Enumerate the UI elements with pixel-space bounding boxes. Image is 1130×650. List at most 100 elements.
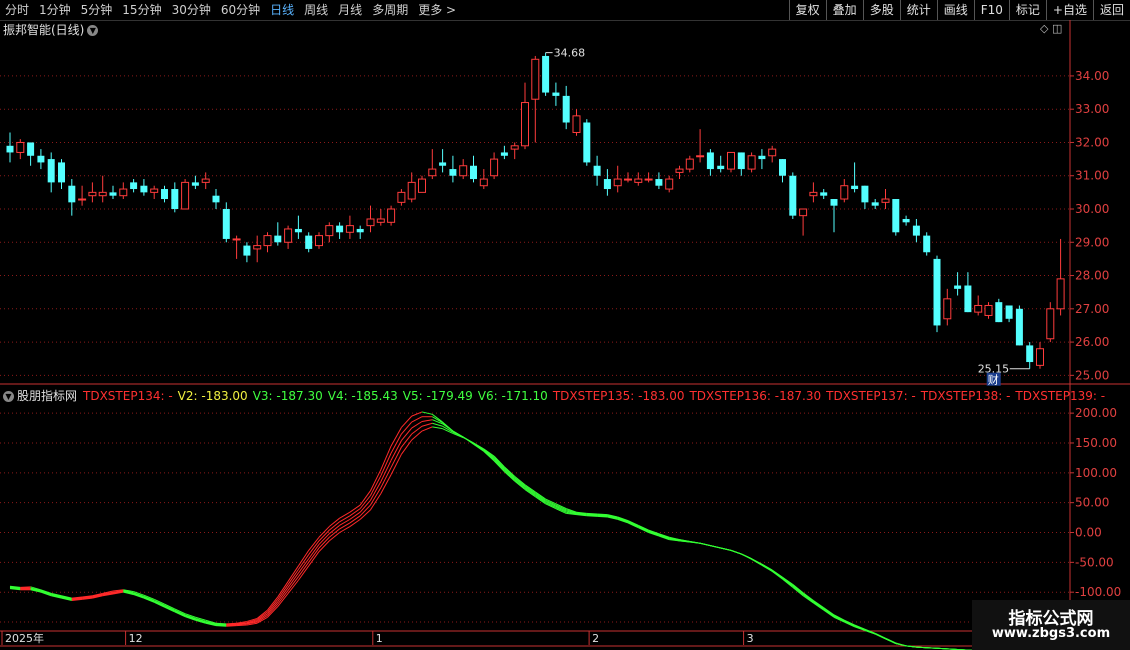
indicator-line-segment — [112, 590, 124, 594]
candle-body — [747, 155, 756, 170]
draw-line-button[interactable]: 画线 — [936, 0, 974, 20]
main-chart-title[interactable]: 振邦智能(日线) ▼ — [3, 21, 99, 38]
legend-item: TDXSTEP135: -183.00 — [552, 389, 685, 403]
indicator-line-segment — [431, 413, 443, 423]
indicator-line-segment — [143, 594, 155, 600]
candle-body — [624, 178, 632, 181]
mark-button[interactable]: 标记 — [1008, 0, 1046, 20]
indicator-line-segment — [174, 609, 186, 616]
indicator-line-segment — [51, 595, 62, 599]
tab-fenshi[interactable]: 分时 — [0, 0, 34, 20]
candle-body — [1015, 308, 1023, 346]
indicator-line-segment — [936, 647, 948, 650]
indicator-line-segment — [328, 524, 340, 535]
indicator-line-segment — [885, 637, 897, 644]
indicator-line-segment — [339, 515, 351, 523]
indicator-line-segment — [421, 422, 433, 427]
indicator-line-segment — [741, 553, 752, 560]
tab-60min[interactable]: 60分钟 — [216, 0, 265, 20]
tab-15min[interactable]: 15分钟 — [117, 0, 166, 20]
indicator-name[interactable]: 股朋指标网 — [17, 389, 77, 403]
indicator-line-segment — [133, 592, 145, 598]
indicator-line-segment — [545, 499, 557, 506]
indicator-line-segment — [761, 564, 773, 572]
indicator-line-segment — [720, 547, 732, 551]
indicator-line-segment — [730, 549, 742, 555]
indicator-line-segment — [401, 421, 413, 435]
candle-body — [37, 155, 45, 163]
indicator-line-segment — [308, 536, 320, 551]
indicator-line-segment — [442, 421, 454, 432]
tab-more[interactable]: 更多 > — [413, 0, 461, 20]
multi-stock-button[interactable]: 多股 — [862, 0, 900, 20]
statistics-button[interactable]: 统计 — [899, 0, 937, 20]
indicator-line-segment — [586, 512, 598, 515]
indicator-line-segment — [658, 535, 670, 540]
indicator-line-segment — [669, 537, 680, 541]
indicator-line-segment — [524, 485, 536, 494]
indicator-line-segment — [390, 440, 402, 461]
indicator-tick-label: 0.00 — [1075, 526, 1102, 540]
indicator-line-segment — [462, 436, 474, 445]
tab-1min[interactable]: 1分钟 — [34, 0, 76, 20]
candle-body — [88, 191, 97, 197]
tab-monthly[interactable]: 月线 — [333, 0, 367, 20]
legend-item: V5: -179.49 — [402, 389, 473, 403]
finance-marker[interactable]: 财 — [988, 373, 999, 387]
indicator-line-segment — [226, 623, 237, 626]
dropdown-icon[interactable]: ▼ — [87, 25, 99, 36]
indicator-line-segment — [597, 514, 608, 517]
indicator-line-segment — [277, 590, 289, 605]
indicator-line-segment — [720, 547, 732, 551]
toolbar: 分时 1分钟 5分钟 15分钟 30分钟 60分钟 日线 周线 月线 多周期 更… — [0, 0, 1130, 21]
indicator-line-segment — [483, 449, 495, 459]
candle-body — [222, 209, 230, 239]
indicator-line-segment — [370, 475, 382, 496]
indicator-line-segment — [380, 452, 392, 477]
indicator-line-segment — [267, 601, 279, 615]
indicator-dropdown-icon[interactable]: ▼ — [3, 391, 14, 402]
back-button[interactable]: 返回 — [1092, 0, 1130, 20]
restore-rights-button[interactable]: 复权 — [788, 0, 826, 20]
indicator-line-segment — [514, 476, 526, 486]
indicator-line-segment — [277, 581, 289, 598]
candle-body — [1056, 278, 1065, 310]
add-watchlist-button[interactable]: +自选 — [1045, 0, 1093, 20]
indicator-line-segment — [390, 427, 402, 447]
indicator-line-segment — [906, 645, 917, 648]
candle-body — [376, 218, 385, 223]
candle-body — [387, 208, 396, 223]
indicator-line-segment — [761, 564, 773, 572]
indicator-line-segment — [411, 430, 423, 441]
indicator-line-segment — [607, 516, 618, 520]
overlay-button[interactable]: 叠加 — [825, 0, 863, 20]
indicator-line-segment — [30, 588, 42, 593]
panel-controls[interactable]: ◇ ◫ — [1040, 22, 1062, 35]
tab-weekly[interactable]: 周线 — [299, 0, 333, 20]
f10-button[interactable]: F10 — [973, 0, 1009, 20]
candle-body — [995, 302, 1003, 323]
indicator-line-segment — [730, 549, 742, 555]
candle-body — [490, 158, 499, 177]
indicator-line-segment — [699, 542, 711, 547]
indicator-tick-label: -50.00 — [1075, 555, 1114, 569]
indicator-line-segment — [236, 623, 247, 626]
indicator-line-segment — [308, 544, 320, 560]
tab-5min[interactable]: 5分钟 — [76, 0, 118, 20]
candle-body — [510, 145, 519, 150]
indicator-line-segment — [133, 592, 145, 597]
indicator-line-segment — [627, 520, 639, 526]
indicator-line-segment — [566, 512, 577, 516]
candle-body — [603, 179, 611, 190]
tab-multi-period[interactable]: 多周期 — [367, 0, 413, 20]
indicator-line-segment — [205, 620, 217, 625]
indicator-line-segment — [699, 542, 711, 547]
indicator-line-segment — [885, 638, 897, 644]
tab-daily[interactable]: 日线 — [265, 0, 299, 20]
candle-body — [500, 152, 508, 156]
candle-body — [531, 58, 540, 100]
chart-canvas[interactable]: 34.0033.0032.0031.0030.0029.0028.0027.00… — [0, 0, 1130, 650]
tab-30min[interactable]: 30分钟 — [167, 0, 216, 20]
indicator-line-segment — [607, 515, 618, 520]
indicator-tick-label: 150.00 — [1075, 436, 1117, 450]
